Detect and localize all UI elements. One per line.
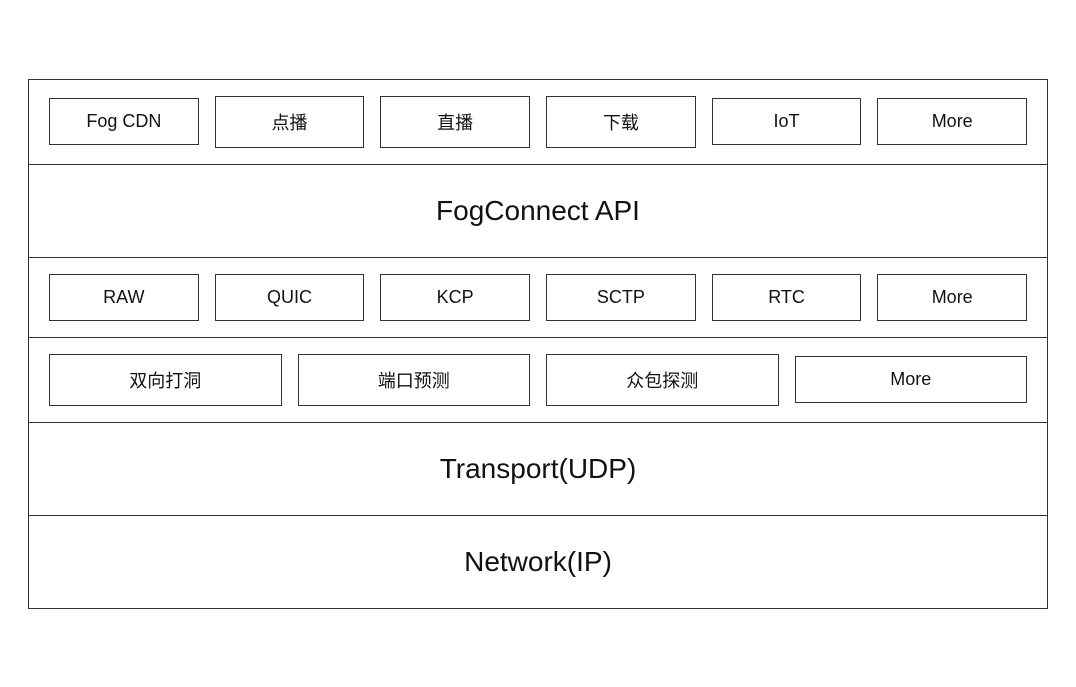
item-more-row1[interactable]: More <box>877 98 1027 145</box>
item-iot[interactable]: IoT <box>712 98 862 145</box>
row3-items: RAW QUIC KCP SCTP RTC More <box>29 258 1047 337</box>
row1-fog-cdn-layer: Fog CDN 点播 直播 下载 IoT More <box>28 79 1048 165</box>
row4-items: 双向打洞 端口预测 众包探测 More <box>29 338 1047 422</box>
row3-protocol-layer: RAW QUIC KCP SCTP RTC More <box>28 258 1048 338</box>
row1-items: Fog CDN 点播 直播 下载 IoT More <box>29 80 1047 164</box>
row6-network-layer: Network(IP) <box>28 516 1048 609</box>
item-端口预测[interactable]: 端口预测 <box>298 354 531 406</box>
diagram: Fog CDN 点播 直播 下载 IoT More FogConnect API… <box>28 79 1048 609</box>
row2-fogconnect-api: FogConnect API <box>28 165 1048 258</box>
transport-udp-label: Transport(UDP) <box>440 453 637 485</box>
item-点播[interactable]: 点播 <box>215 96 365 148</box>
fogconnect-api-label: FogConnect API <box>436 195 640 227</box>
item-more-row4[interactable]: More <box>795 356 1028 403</box>
row4-nat-layer: 双向打洞 端口预测 众包探测 More <box>28 338 1048 423</box>
item-下载[interactable]: 下载 <box>546 96 696 148</box>
item-直播[interactable]: 直播 <box>380 96 530 148</box>
item-众包探测[interactable]: 众包探测 <box>546 354 779 406</box>
row5-transport-layer: Transport(UDP) <box>28 423 1048 516</box>
item-fog-cdn[interactable]: Fog CDN <box>49 98 199 145</box>
item-quic[interactable]: QUIC <box>215 274 365 321</box>
item-more-row3[interactable]: More <box>877 274 1027 321</box>
item-raw[interactable]: RAW <box>49 274 199 321</box>
item-rtc[interactable]: RTC <box>712 274 862 321</box>
item-双向打洞[interactable]: 双向打洞 <box>49 354 282 406</box>
item-kcp[interactable]: KCP <box>380 274 530 321</box>
network-ip-label: Network(IP) <box>464 546 612 578</box>
item-sctp[interactable]: SCTP <box>546 274 696 321</box>
